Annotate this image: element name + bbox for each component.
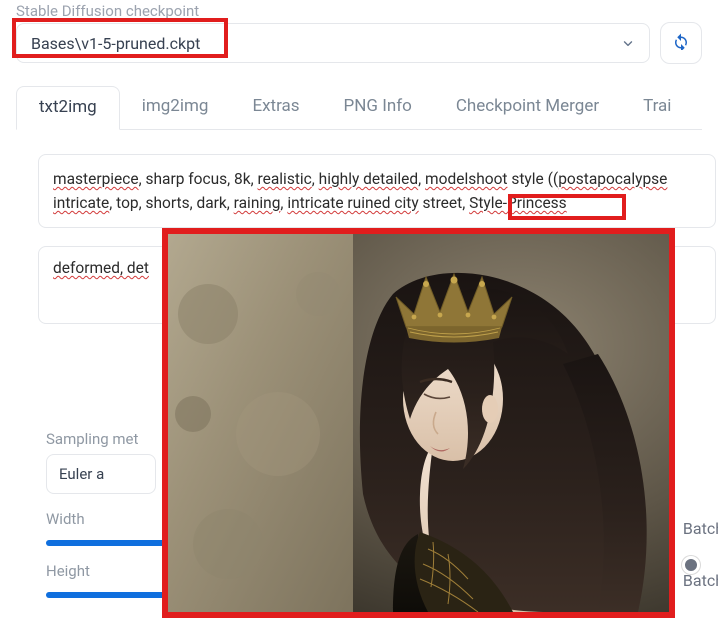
batch-label-1: Batch (683, 519, 718, 538)
refresh-icon (672, 32, 690, 54)
checkpoint-label: Stable Diffusion checkpoint (16, 0, 702, 20)
tab-extras[interactable]: Extras (230, 86, 321, 129)
checkpoint-dropdown[interactable]: Bases\v1-5-pruned.ckpt (16, 23, 650, 63)
main-tabs: txt2img img2img Extras PNG Info Checkpoi… (16, 86, 702, 130)
refresh-button[interactable] (660, 22, 702, 64)
tab-txt2img[interactable]: txt2img (16, 86, 120, 130)
chevron-down-icon (621, 36, 635, 50)
generated-image (162, 228, 675, 618)
prompt-input[interactable]: masterpiece, sharp focus, 8k, realistic,… (38, 154, 716, 228)
tab-train[interactable]: Trai (621, 86, 693, 129)
tab-pnginfo[interactable]: PNG Info (322, 86, 434, 129)
tab-img2img[interactable]: img2img (120, 86, 231, 129)
checkpoint-value: Bases\v1-5-pruned.ckpt (31, 34, 200, 53)
tab-checkpoint-merger[interactable]: Checkpoint Merger (434, 86, 621, 129)
batch-slider-thumb[interactable] (682, 556, 700, 574)
sampling-method-select[interactable]: Euler a (46, 454, 156, 494)
style-princess-text: Style-Princess (469, 194, 567, 212)
